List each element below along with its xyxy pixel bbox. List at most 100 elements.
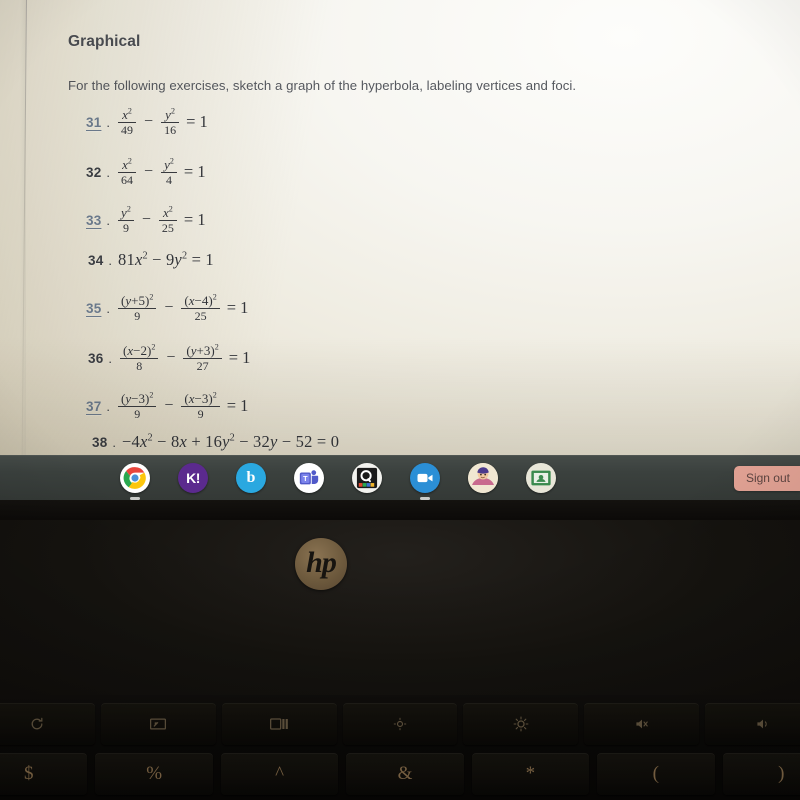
fraction-denominator: 4 [165,173,172,188]
exercise-number-link[interactable]: 35 [86,301,101,316]
equation-rhs: = 1 [183,162,206,182]
exercise-item: 33. y2 9− x2 25 = 1 [86,204,206,236]
keyboard-key[interactable]: & [346,753,464,795]
equation-operator: − [166,349,176,367]
keyboard-key[interactable]: % [95,753,213,795]
fraction-denominator: 9 [134,309,141,324]
fraction-denominator: 8 [136,359,143,374]
equation-operator: − [164,397,174,415]
exercise-number-dot: . [112,434,117,450]
equation-rhs: = 1 [183,210,206,230]
keyboard-key[interactable]: * [471,753,590,795]
fraction-denominator: 25 [194,309,207,324]
fraction-denominator: 9 [134,407,141,422]
equation: 81x2 − 9y2 = 1 [118,250,214,270]
quizlet-icon[interactable] [352,462,382,493]
exercise-number-link[interactable]: 37 [86,399,101,414]
fraction-numerator: y2 [164,156,174,172]
volume-down-key[interactable] [705,703,800,745]
exercise-item: 31. x2 49− y2 16 = 1 [86,106,208,138]
zoom-camera-glyph [417,473,433,482]
fraction-denominator: 64 [121,173,134,188]
classroom-glyph [531,470,551,485]
reload-key[interactable] [0,703,95,745]
brightness-down-key[interactable] [342,703,458,745]
equation-right-fraction: y2 16 [161,107,180,138]
equation-right-fraction: (y+3)2 27 [183,343,222,374]
fraction-denominator: 9 [122,221,129,236]
laptop-lid [0,520,800,695]
keyboard-key[interactable]: ( [597,753,715,795]
document-content: Graphical For the following exercises, s… [0,0,800,455]
equation: x2 64− y2 4 = 1 [116,156,206,188]
svg-text:T: T [303,474,308,483]
exercise-number-dot: . [106,114,111,130]
sign-out-button[interactable]: Sign out [733,466,800,491]
kahoot-icon[interactable]: K! [178,462,208,493]
google-classroom-icon[interactable] [526,462,556,493]
equation-rhs: = 1 [186,112,208,132]
exercise-number-dot: . [108,252,113,268]
exercise-number-dot: . [106,164,111,180]
equation: −4x2 − 8x + 16y2 − 32y − 52 = 0 [122,432,339,452]
avatar-icon[interactable] [468,462,498,493]
section-heading: Graphical [68,33,141,50]
exercise-number-link[interactable]: 33 [86,213,101,228]
shelf-app-icons: K! b T [120,455,556,500]
equation-left-fraction: x2 49 [118,106,137,136]
equation-left-fraction: y2 9 [118,204,134,236]
fullscreen-key[interactable] [100,703,216,745]
equation-operator: − [141,211,151,229]
chrome-icon[interactable] [120,462,150,500]
keyboard-key[interactable]: ) [722,753,800,795]
hp-logo: hp [295,538,347,590]
fraction-numerator: x2 [162,204,173,220]
exercise-number: 36 [88,350,104,366]
exercise-number-link[interactable]: 31 [86,115,101,130]
fraction-denominator: 16 [164,123,177,138]
zoom-icon[interactable] [410,462,440,500]
mute-key[interactable] [584,703,700,745]
overview-key[interactable] [221,703,337,745]
fraction-numerator: x2 [122,156,132,172]
equation-left-fraction: (y−3)2 9 [118,390,157,422]
bitmoji-icon[interactable]: b [236,462,266,493]
bitmoji-glyph: b [246,468,256,486]
exercise-item: 36. (x−2)2 8− (y+3)2 27 = 1 [88,342,251,374]
equation-left-fraction: (y+5)2 9 [118,293,157,324]
equation-rhs: = 1 [226,298,249,318]
exercise-item: 37. (y−3)2 9− (x−3)2 9 = 1 [86,390,249,422]
equation-rhs: = 1 [228,348,251,368]
fraction-numerator: (x−2)2 [123,342,156,358]
exercise-number-dot: . [106,212,111,228]
fraction-numerator: (y−3)2 [121,390,154,406]
keyboard-key[interactable]: $ [0,753,88,795]
fraction-numerator: x2 [122,106,132,122]
quizlet-glyph [356,467,378,488]
exercise-number-dot: . [106,398,111,414]
chromebook-screen: Graphical For the following exercises, s… [0,0,800,455]
instruction-text: For the following exercises, sketch a gr… [68,78,577,93]
brightness-up-key[interactable] [463,703,579,745]
keyboard-key[interactable]: ^ [220,753,339,795]
equation-right-fraction: x2 25 [158,204,177,234]
exercise-item: 35. (y+5)2 9− (x−4)2 25 = 1 [86,292,249,324]
function-key-row [0,703,800,747]
exercise-number: 38 [92,434,108,450]
equation-right-fraction: (x−3)2 9 [181,391,220,422]
fraction-denominator: 27 [196,359,209,374]
chromeos-shelf: K! b T Sign out [0,455,800,500]
equation: (x−2)2 8 − (y+3)2 27 = 1 [118,342,251,374]
avatar-glyph [468,462,498,493]
equation-left-fraction: x2 64 [118,156,137,188]
fraction-numerator: (x−4)2 [184,292,217,308]
equation-right-fraction: y2 4 [161,156,177,188]
fraction-numerator: y2 [121,204,131,220]
equation: (y+5)2 9− (x−4)2 25 = 1 [116,292,249,324]
equation-rhs: = 1 [226,396,249,416]
equation-operator: − [164,299,174,317]
equation-operator: − [144,113,154,131]
exercise-item: 38. −4x2 − 8x + 16y2 − 32y − 52 = 0 [92,432,339,452]
microsoft-teams-icon[interactable]: T [294,462,324,493]
fraction-denominator: 9 [197,407,204,422]
